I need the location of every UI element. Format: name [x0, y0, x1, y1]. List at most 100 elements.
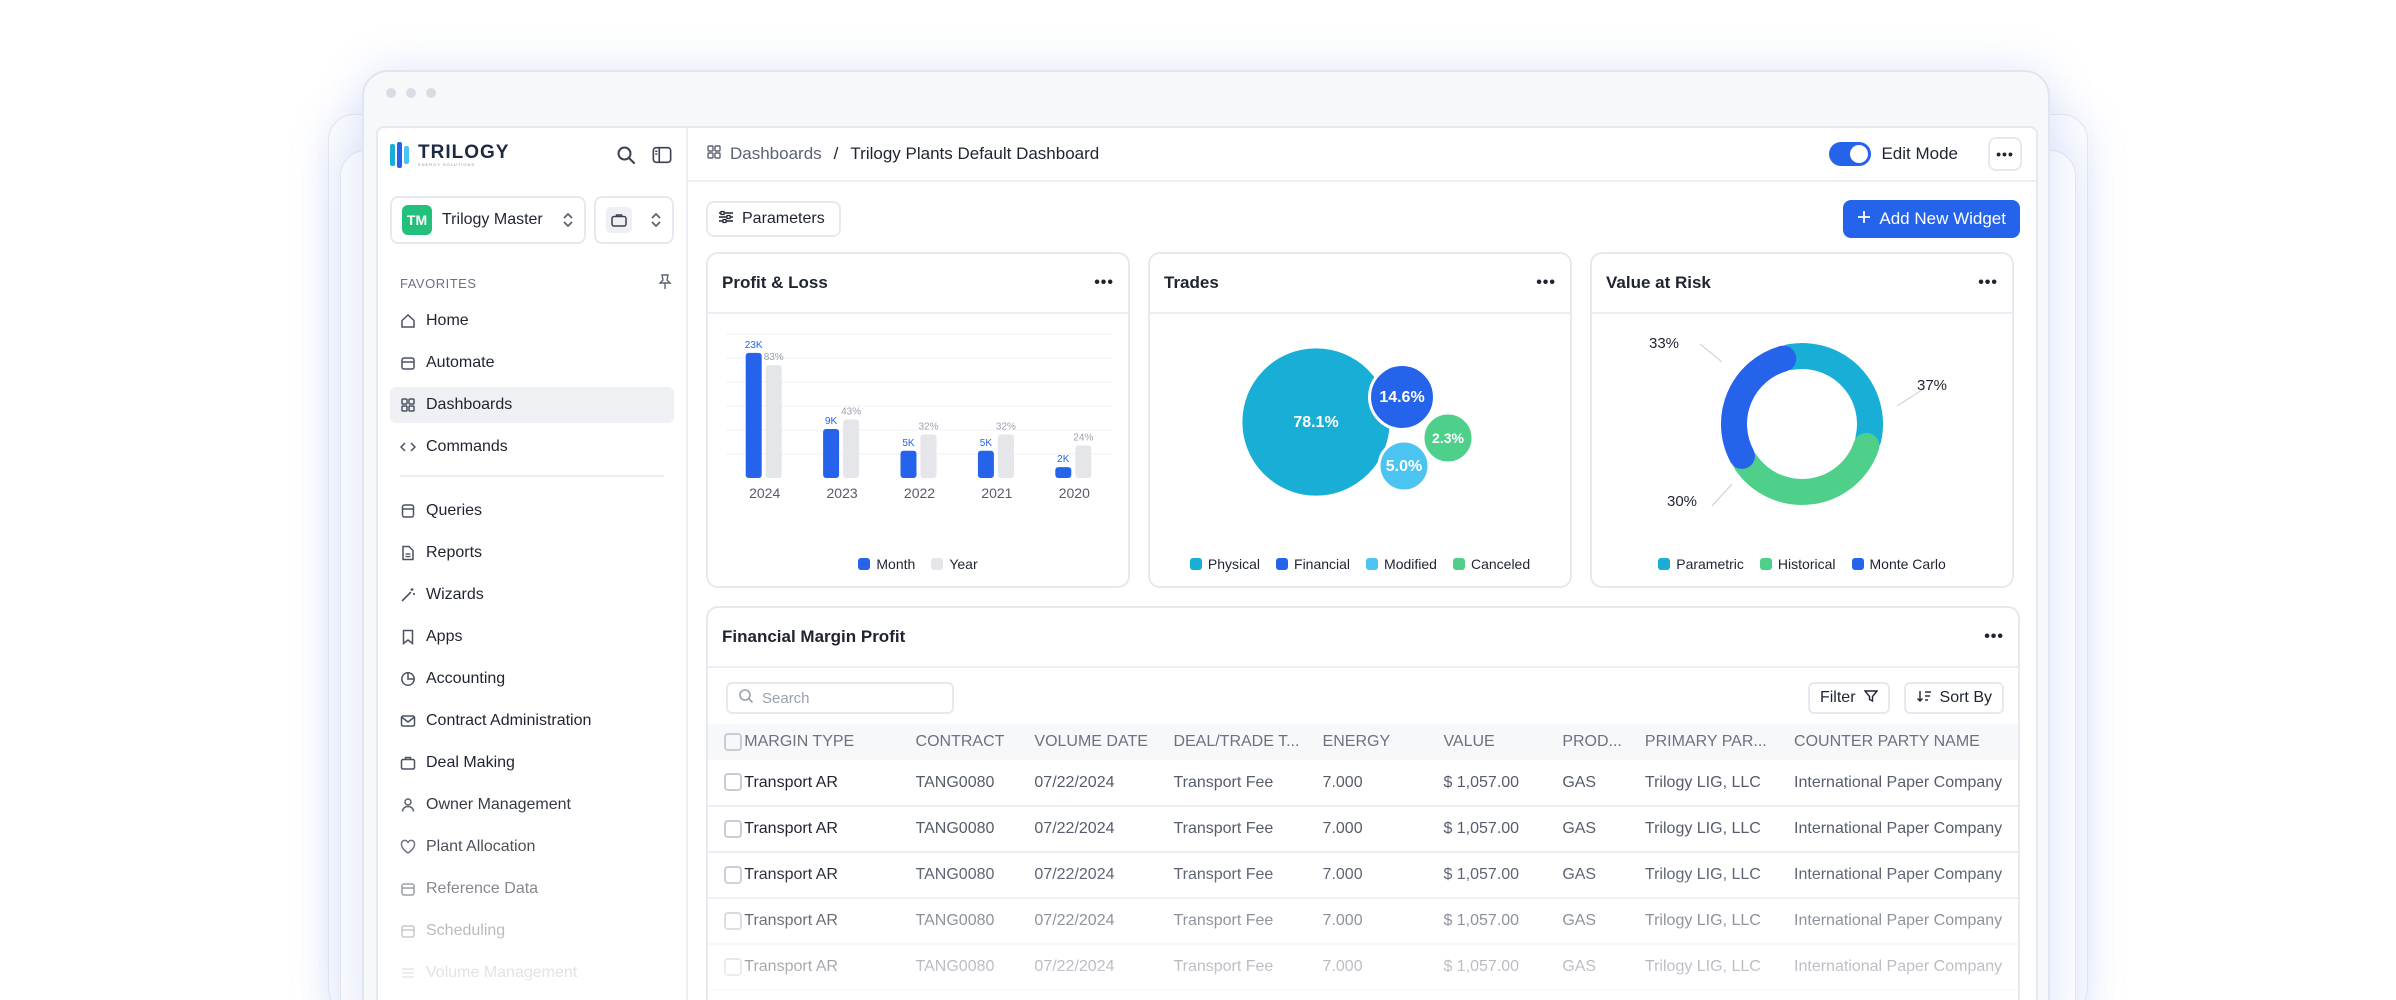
sidebar-item-owner-management[interactable]: Owner Management [390, 787, 674, 823]
sidebar-item-deal-making[interactable]: Deal Making [390, 745, 674, 781]
legend-item-financial[interactable]: Financial [1276, 556, 1350, 572]
legend-swatch [931, 558, 944, 570]
data-label-month: 2K [1057, 454, 1070, 465]
sort-by-button[interactable]: Sort By [1903, 682, 2004, 714]
row-checkbox[interactable] [724, 773, 742, 792]
bar-month[interactable] [977, 450, 994, 478]
legend-item-physical[interactable]: Physical [1189, 556, 1260, 572]
legend-item-month[interactable]: Month [858, 556, 915, 572]
column-header[interactable]: CONTRACT [915, 724, 1035, 760]
edit-mode-toggle[interactable] [1829, 142, 1872, 166]
page-more-button[interactable]: ••• [1988, 137, 2022, 171]
window-dot[interactable] [426, 88, 436, 98]
table-row[interactable]: Transport AR TANG0080 07/22/2024 Transport … [708, 898, 2018, 945]
sidebar-item-contract-administration[interactable]: Contract Administration [390, 703, 674, 739]
donut-segment-monte-carlo[interactable] [1721, 345, 1797, 469]
sidebar-item-label: Accounting [426, 670, 506, 687]
data-label-year: 43% [841, 407, 861, 418]
column-header[interactable]: PROD... [1562, 724, 1645, 760]
sidebar-item-label: Plant Allocation [426, 838, 536, 855]
sidebar-item-wizards[interactable]: Wizards [390, 577, 674, 613]
row-checkbox[interactable] [724, 911, 742, 930]
widget-more-button[interactable]: ••• [1094, 274, 1114, 292]
window-dot[interactable] [386, 88, 396, 98]
search-icon[interactable] [616, 145, 636, 165]
row-checkbox[interactable] [724, 957, 742, 976]
organization-selector[interactable] [594, 196, 674, 244]
bar-month[interactable] [745, 352, 762, 478]
bar-year[interactable] [997, 434, 1014, 478]
workspace-name: Trilogy Master [442, 211, 543, 228]
favorites-nav: Home Automate Dashboards Commands [378, 303, 686, 465]
legend-label: Canceled [1470, 556, 1531, 572]
row-checkbox[interactable] [724, 819, 742, 838]
donut-segment-parametric[interactable] [1777, 343, 1883, 453]
sidebar-item-dashboards[interactable]: Dashboards [390, 387, 674, 423]
bar-year[interactable] [765, 365, 782, 478]
table-search-input[interactable]: Search [726, 682, 954, 714]
bar-month[interactable] [900, 450, 917, 478]
legend-item-canceled[interactable]: Canceled [1452, 556, 1531, 572]
breadcrumb-link-dashboards[interactable]: Dashboards [730, 144, 822, 164]
legend-item-modified[interactable]: Modified [1366, 556, 1437, 572]
label-leader-line [1711, 483, 1733, 507]
column-header[interactable]: DEAL/TRADE T... [1173, 724, 1323, 760]
value-at-risk-chart: 33% 37% 30% [1649, 335, 1947, 510]
table-cell: GAS [1562, 852, 1645, 899]
sidebar-item-reports[interactable]: Reports [390, 535, 674, 571]
search-icon [738, 688, 754, 708]
column-header[interactable]: COUNTER PARTY NAME [1794, 724, 2018, 760]
row-checkbox[interactable] [724, 865, 742, 884]
column-header[interactable]: ENERGY [1322, 724, 1444, 760]
widget-title: Profit & Loss [722, 273, 828, 292]
top-bar: Dashboards / Trilogy Plants Default Dash… [688, 128, 2036, 182]
column-header[interactable]: PRIMARY PAR... [1644, 724, 1795, 760]
sidebar-item-plant-allocation[interactable]: Plant Allocation [390, 829, 674, 865]
table-cell: International Paper Company [1794, 760, 2018, 807]
logo[interactable]: TRILOGY ENERGY SOLUTIONS [390, 142, 509, 168]
bar-month[interactable] [823, 429, 840, 478]
bar-month[interactable] [1055, 467, 1072, 478]
add-new-widget-button[interactable]: Add New Widget [1843, 200, 2020, 238]
sidebar-item-commands[interactable]: Commands [390, 429, 674, 465]
legend-item-year[interactable]: Year [931, 556, 978, 572]
bar-year[interactable] [920, 434, 937, 478]
data-label-year: 83% [764, 352, 784, 363]
window-dot[interactable] [406, 88, 416, 98]
sidebar-item-accounting[interactable]: Accounting [390, 661, 674, 697]
slice-label: 37% [1917, 377, 1947, 394]
column-header[interactable]: MARGIN TYPE [744, 724, 916, 760]
sidebar-item-queries[interactable]: Queries [390, 493, 674, 529]
donut-segment-historical[interactable] [1732, 432, 1880, 505]
widget-more-button[interactable]: ••• [1536, 274, 1556, 292]
column-header[interactable]: VOLUME DATE [1034, 724, 1174, 760]
filter-button[interactable]: Filter [1807, 682, 1890, 714]
legend-item-parametric[interactable]: Parametric [1658, 556, 1744, 572]
sidebar-item-label: Wizards [426, 586, 484, 603]
table-row[interactable]: Transport AR TANG0080 07/22/2024 Transport … [708, 944, 2018, 991]
sidebar-item-automate[interactable]: Automate [390, 345, 674, 381]
sidebar-item-label: Deal Making [426, 754, 515, 771]
sidebar-item-apps[interactable]: Apps [390, 619, 674, 655]
table-row[interactable]: Transport AR TANG0080 07/22/2024 Transport … [708, 852, 2018, 899]
sidebar-toggle-icon[interactable] [652, 145, 672, 165]
column-header[interactable]: VALUE [1443, 724, 1563, 760]
legend-item-monte-carlo[interactable]: Monte Carlo [1851, 556, 1946, 572]
parameters-button[interactable]: Parameters [706, 201, 841, 237]
sidebar-item-scheduling[interactable]: Scheduling [390, 913, 674, 949]
table-cell: Transport Fee [1173, 944, 1323, 991]
sidebar-item-home[interactable]: Home [390, 303, 674, 339]
sidebar-item-reference-data[interactable]: Reference Data [390, 871, 674, 907]
widget-more-button[interactable]: ••• [1984, 628, 2004, 646]
bar-year[interactable] [843, 419, 860, 478]
table-row[interactable]: Transport AR TANG0080 07/22/2024 Transport … [708, 806, 2018, 853]
table-row[interactable]: Transport AR TANG0080 07/22/2024 Transport … [708, 760, 2018, 807]
widget-more-button[interactable]: ••• [1978, 274, 1998, 292]
bar-year[interactable] [1075, 445, 1092, 478]
sidebar-item-volume-management[interactable]: Volume Management [390, 955, 674, 991]
select-all-checkbox[interactable] [724, 732, 742, 751]
pin-icon[interactable] [658, 274, 672, 293]
legend-item-historical[interactable]: Historical [1759, 556, 1836, 572]
workspace-selector[interactable]: TM Trilogy Master [390, 196, 586, 244]
widget-row: Profit & Loss ••• 23K 83% 2024 9K 43% 2023 5K 3… [688, 238, 2036, 588]
